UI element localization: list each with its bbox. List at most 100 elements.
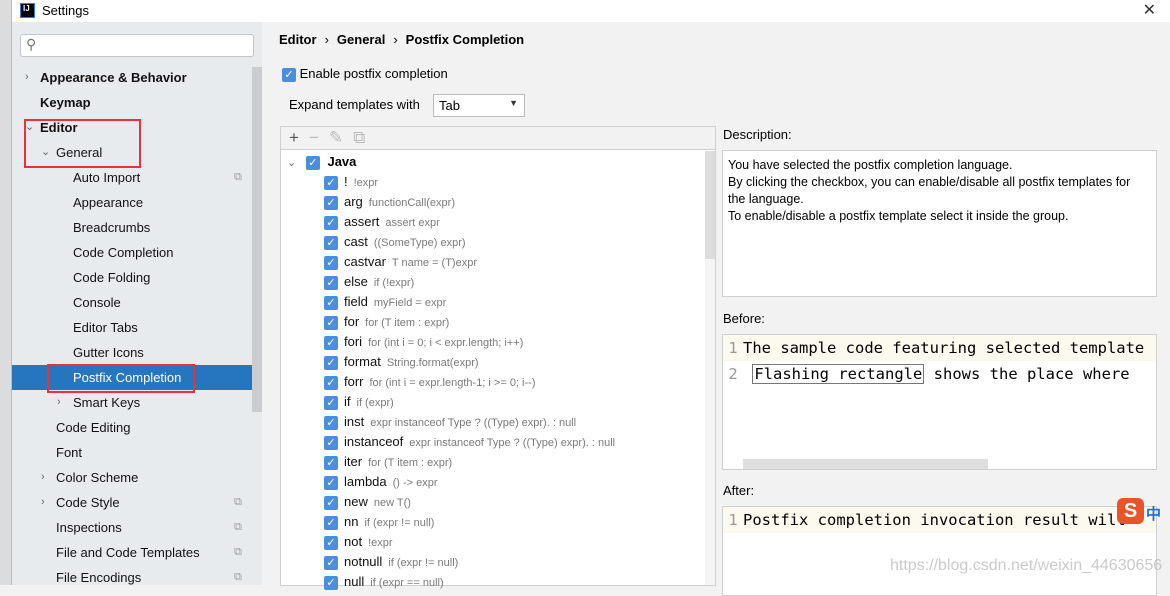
chevron-right-icon[interactable]: › bbox=[25, 65, 29, 90]
tree-scrollbar[interactable] bbox=[705, 151, 715, 585]
template-row[interactable]: ✓ for for (T item : expr) bbox=[281, 312, 705, 332]
template-checkbox[interactable]: ✓ bbox=[324, 575, 338, 590]
main-panel: Editor › General › Postfix Completion ✓ Enab… bbox=[262, 22, 1170, 596]
template-checkbox[interactable]: ✓ bbox=[324, 415, 338, 430]
template-row[interactable]: ✓ not !expr bbox=[281, 532, 705, 552]
breadcrumb-general[interactable]: General bbox=[337, 32, 385, 47]
sidebar-item-color-scheme[interactable]: › Color Scheme bbox=[12, 465, 252, 490]
remove-icon[interactable]: − bbox=[309, 128, 319, 147]
search-input[interactable]: ⚲ bbox=[20, 34, 254, 57]
sidebar-item-smart-keys[interactable]: › Smart Keys bbox=[12, 390, 252, 415]
sidebar-item-keymap[interactable]: Keymap bbox=[12, 90, 252, 115]
chevron-down-icon[interactable]: ⌄ bbox=[287, 157, 296, 169]
template-example: !expr bbox=[353, 177, 379, 189]
sidebar-item-code-completion[interactable]: Code Completion bbox=[12, 240, 252, 265]
horizontal-scrollbar[interactable] bbox=[743, 459, 988, 469]
project-scope-icon: ⧉ bbox=[234, 521, 242, 533]
template-key: iter bbox=[344, 454, 363, 469]
template-row[interactable]: ✓ forr for (int i = expr.length-1; i >= 0;… bbox=[281, 372, 705, 392]
template-row[interactable]: ✓ castvar T name = (T)expr bbox=[281, 252, 705, 272]
template-checkbox[interactable]: ✓ bbox=[324, 355, 338, 370]
template-checkbox[interactable]: ✓ bbox=[324, 395, 338, 410]
template-checkbox[interactable]: ✓ bbox=[324, 195, 338, 210]
sidebar-item-console[interactable]: Console bbox=[12, 290, 252, 315]
template-checkbox[interactable]: ✓ bbox=[324, 255, 338, 270]
sidebar-scrollbar[interactable] bbox=[252, 67, 262, 412]
sidebar-item-appearance-behavior[interactable]: › Appearance & Behavior bbox=[12, 65, 252, 90]
sidebar-item-code-editing[interactable]: Code Editing bbox=[12, 415, 252, 440]
template-row[interactable]: ✓ null if (expr == null) bbox=[281, 572, 705, 592]
template-row[interactable]: ✓ notnull if (expr != null) bbox=[281, 552, 705, 572]
template-checkbox[interactable]: ✓ bbox=[324, 535, 338, 550]
template-example: if (expr == null) bbox=[370, 577, 444, 589]
template-checkbox[interactable]: ✓ bbox=[324, 495, 338, 510]
template-checkbox[interactable]: ✓ bbox=[324, 315, 338, 330]
template-row[interactable]: ✓ inst expr instanceof Type ? ((Type) expr… bbox=[281, 412, 705, 432]
template-row[interactable]: ✓ cast ((SomeType) expr) bbox=[281, 232, 705, 252]
highlight-postfix-completion bbox=[47, 364, 195, 393]
template-key: null bbox=[344, 574, 365, 589]
template-checkbox[interactable]: ✓ bbox=[324, 235, 338, 250]
template-checkbox[interactable]: ✓ bbox=[324, 435, 338, 450]
template-checkbox[interactable]: ✓ bbox=[324, 455, 338, 470]
sidebar-item-breadcrumbs[interactable]: Breadcrumbs bbox=[12, 215, 252, 240]
template-row[interactable]: ✓ if if (expr) bbox=[281, 392, 705, 412]
template-checkbox[interactable]: ✓ bbox=[324, 555, 338, 570]
template-key: assert bbox=[344, 214, 380, 229]
sidebar-item-font[interactable]: Font bbox=[12, 440, 252, 465]
enable-postfix-checkbox[interactable]: ✓ Enable postfix completion bbox=[282, 66, 448, 82]
template-row[interactable]: ✓! !expr bbox=[281, 172, 705, 192]
edit-icon[interactable]: ✎ bbox=[329, 128, 343, 147]
chevron-right-icon[interactable]: › bbox=[57, 390, 61, 415]
chevron-right-icon[interactable]: › bbox=[41, 465, 45, 490]
sidebar-item-label: Code Folding bbox=[73, 270, 151, 285]
sidebar-item-file-and-code-templates[interactable]: File and Code Templates ⧉ bbox=[12, 540, 252, 565]
settings-sidebar: ⚲ › Appearance & Behavior Keymap ⌄ Editor ⌄ Ge… bbox=[12, 22, 262, 585]
template-checkbox[interactable]: ✓ bbox=[324, 215, 338, 230]
sidebar-item-label: Editor Tabs bbox=[73, 320, 138, 335]
template-checkbox[interactable]: ✓ bbox=[324, 375, 338, 390]
template-key: arg bbox=[344, 194, 363, 209]
sidebar-item-appearance[interactable]: Appearance bbox=[12, 190, 252, 215]
chevron-right-icon[interactable]: › bbox=[41, 490, 45, 515]
template-row[interactable]: ✓ iter for (T item : expr) bbox=[281, 452, 705, 472]
close-button[interactable]: ✕ bbox=[1143, 0, 1156, 20]
template-row[interactable]: ✓ nn if (expr != null) bbox=[281, 512, 705, 532]
template-row[interactable]: ✓ assert assert expr bbox=[281, 212, 705, 232]
sidebar-item-label: Auto Import bbox=[73, 170, 141, 185]
template-row[interactable]: ✓ field myField = expr bbox=[281, 292, 705, 312]
template-row[interactable]: ✓ lambda () -> expr bbox=[281, 472, 705, 492]
description-text: You have selected the postfix completion… bbox=[722, 150, 1157, 297]
ime-mode-indicator[interactable]: 中 bbox=[1146, 503, 1161, 524]
template-row[interactable]: ✓ format String.format(expr) bbox=[281, 352, 705, 372]
template-row[interactable]: ✓ new new T() bbox=[281, 492, 705, 512]
template-checkbox[interactable]: ✓ bbox=[324, 275, 338, 290]
sogou-ime-icon[interactable]: S bbox=[1117, 498, 1144, 524]
tree-group-java[interactable]: ⌄ ✓ Java bbox=[281, 152, 705, 172]
template-key: castvar bbox=[344, 254, 386, 269]
template-checkbox[interactable]: ✓ bbox=[324, 295, 338, 310]
template-row[interactable]: ✓ instanceof expr instanceof Type ? ((Type… bbox=[281, 432, 705, 452]
sidebar-item-code-folding[interactable]: Code Folding bbox=[12, 265, 252, 290]
copy-icon[interactable]: ⧉ bbox=[353, 128, 365, 147]
sidebar-item-inspections[interactable]: Inspections ⧉ bbox=[12, 515, 252, 540]
expand-templates-select[interactable]: Tab ▼ bbox=[433, 94, 525, 117]
group-label: Java bbox=[327, 154, 357, 169]
template-row[interactable]: ✓ fori for (int i = 0; i < expr.length; i+… bbox=[281, 332, 705, 352]
sidebar-item-file-encodings[interactable]: File Encodings ⧉ bbox=[12, 565, 252, 590]
template-key: cast bbox=[344, 234, 368, 249]
sidebar-item-auto-import[interactable]: Auto Import ⧉ bbox=[12, 165, 252, 190]
java-checkbox[interactable]: ✓ bbox=[305, 155, 320, 170]
template-checkbox[interactable]: ✓ bbox=[324, 175, 338, 190]
sidebar-item-code-style[interactable]: › Code Style ⧉ bbox=[12, 490, 252, 515]
template-row[interactable]: ✓ arg functionCall(expr) bbox=[281, 192, 705, 212]
template-checkbox[interactable]: ✓ bbox=[324, 475, 338, 490]
breadcrumb-editor[interactable]: Editor bbox=[279, 32, 317, 47]
template-checkbox[interactable]: ✓ bbox=[324, 515, 338, 530]
search-icon: ⚲ bbox=[26, 36, 37, 52]
add-icon[interactable]: + bbox=[289, 128, 299, 147]
template-row[interactable]: ✓ else if (!expr) bbox=[281, 272, 705, 292]
sidebar-item-editor-tabs[interactable]: Editor Tabs bbox=[12, 315, 252, 340]
template-checkbox[interactable]: ✓ bbox=[324, 335, 338, 350]
sidebar-item-gutter-icons[interactable]: Gutter Icons bbox=[12, 340, 252, 365]
